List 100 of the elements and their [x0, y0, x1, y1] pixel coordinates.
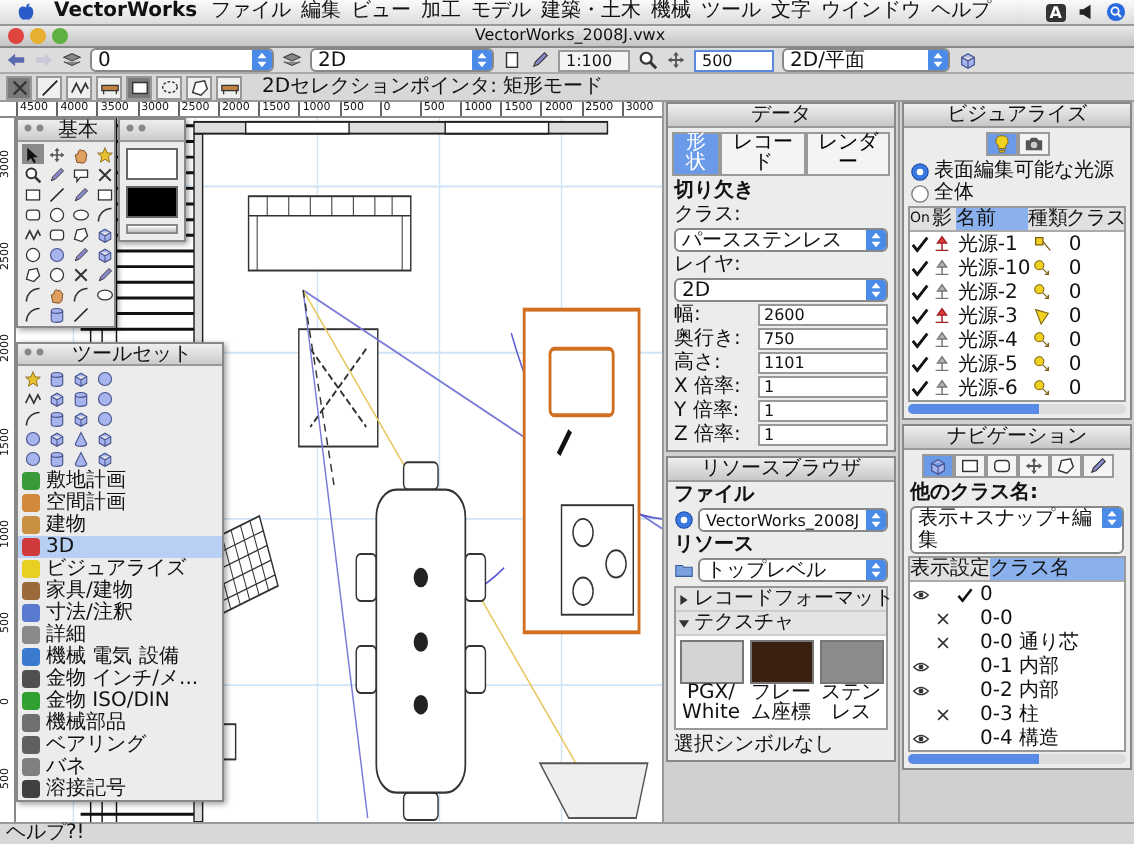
- mode-button[interactable]: [156, 75, 182, 99]
- move-arrows-icon[interactable]: [666, 50, 686, 70]
- tool-button[interactable]: [46, 264, 68, 284]
- light-name[interactable]: 光源-10: [957, 257, 1033, 279]
- class-name[interactable]: 0-0 通り芯: [980, 631, 1080, 653]
- tool-button[interactable]: [46, 184, 68, 204]
- tool-button[interactable]: [46, 428, 68, 448]
- panel-tab[interactable]: レコード: [720, 132, 806, 176]
- column-header[interactable]: 影: [932, 208, 957, 230]
- filter-option[interactable]: 全体: [910, 182, 1124, 204]
- tool-button[interactable]: [94, 224, 116, 244]
- resource-category[interactable]: テクスチャ: [676, 612, 886, 636]
- toolset-item[interactable]: ベアリング: [18, 734, 222, 756]
- column-header[interactable]: クラス名: [990, 558, 1124, 580]
- eye-icon[interactable]: [912, 657, 930, 675]
- tool-button[interactable]: [22, 164, 44, 184]
- panel-tab[interactable]: [1017, 454, 1049, 478]
- folder-dropdown[interactable]: トップレベル: [698, 558, 888, 582]
- check-icon[interactable]: [910, 378, 930, 398]
- tool-button[interactable]: [70, 284, 92, 304]
- tool-button[interactable]: [94, 164, 116, 184]
- class-name[interactable]: 0-3 柱: [980, 703, 1040, 725]
- mode-button[interactable]: [66, 75, 92, 99]
- folder-icon[interactable]: [674, 560, 694, 580]
- check-icon[interactable]: [910, 354, 930, 374]
- toolset-item[interactable]: 寸法/注釈: [18, 602, 222, 624]
- column-header[interactable]: 表示設定: [910, 558, 990, 580]
- search-icon[interactable]: [1106, 2, 1126, 22]
- menu-item[interactable]: 編集: [301, 0, 342, 24]
- input-field[interactable]: 1: [758, 376, 888, 398]
- mode-button[interactable]: [186, 75, 212, 99]
- tool-button[interactable]: [70, 448, 92, 468]
- scale-field[interactable]: 1:100: [558, 49, 630, 71]
- toolset-item[interactable]: 空間計画: [18, 492, 222, 514]
- apple-icon[interactable]: [16, 2, 36, 22]
- column-header[interactable]: 種類: [1028, 208, 1066, 230]
- menu-item[interactable]: ツール: [701, 0, 762, 24]
- mode-button[interactable]: [126, 75, 152, 99]
- x-icon[interactable]: [934, 609, 952, 627]
- tool-button[interactable]: [94, 244, 116, 264]
- zoom-field[interactable]: 500: [694, 49, 774, 71]
- texture-thumbnail[interactable]: [679, 640, 743, 684]
- class-dropdown[interactable]: 0: [90, 48, 274, 72]
- column-header[interactable]: 名前: [956, 208, 1028, 230]
- input-field[interactable]: 1: [758, 400, 888, 422]
- panel-tab[interactable]: [953, 454, 985, 478]
- class-name[interactable]: 0-1 内部: [980, 655, 1060, 677]
- scrollbar[interactable]: [908, 404, 1126, 414]
- panel-tab[interactable]: [985, 454, 1017, 478]
- input-field[interactable]: 750: [758, 328, 888, 350]
- resource-category[interactable]: レコードフォーマット: [676, 588, 886, 612]
- line-preview[interactable]: [126, 224, 178, 234]
- eye-icon[interactable]: [912, 585, 930, 603]
- toolset-item[interactable]: 機械部品: [18, 712, 222, 734]
- filter-option[interactable]: 表面編集可能な光源: [910, 160, 1124, 182]
- pen-swatch[interactable]: [126, 186, 178, 218]
- other-class-dropdown[interactable]: 表示+スナップ+編集: [910, 506, 1124, 554]
- tool-button[interactable]: [22, 244, 44, 264]
- radio-button[interactable]: [674, 510, 694, 530]
- menu-item[interactable]: ファイル: [211, 0, 292, 24]
- light-name[interactable]: 光源-5: [957, 353, 1033, 375]
- input-field[interactable]: 1: [758, 424, 888, 446]
- toolset-item[interactable]: 機械 電気 設備: [18, 646, 222, 668]
- toolset-item[interactable]: 敷地計画: [18, 470, 222, 492]
- column-header[interactable]: クラス: [1066, 208, 1124, 230]
- tool-button[interactable]: [70, 368, 92, 388]
- radio-button[interactable]: [910, 183, 930, 203]
- mode-button[interactable]: [6, 75, 32, 99]
- tool-button[interactable]: [46, 204, 68, 224]
- tool-button[interactable]: [22, 184, 44, 204]
- toolset-item[interactable]: 金物 インチ/メ...: [18, 668, 222, 690]
- tool-button[interactable]: [94, 204, 116, 224]
- check-icon[interactable]: [910, 330, 930, 350]
- class-name[interactable]: 0-4 構造: [980, 727, 1060, 749]
- back-arrow-icon[interactable]: [6, 50, 26, 70]
- panel-tab[interactable]: [1049, 454, 1081, 478]
- light-name[interactable]: 光源-1: [957, 233, 1033, 255]
- speaker-icon[interactable]: [1076, 2, 1096, 22]
- tool-button[interactable]: [22, 304, 44, 324]
- menu-item[interactable]: ビュー: [351, 0, 412, 24]
- tool-button[interactable]: [70, 264, 92, 284]
- panel-tab[interactable]: [921, 454, 953, 478]
- toolset-item[interactable]: バネ: [18, 756, 222, 778]
- toolset-item[interactable]: 家具/建物: [18, 580, 222, 602]
- tool-button[interactable]: [94, 284, 116, 304]
- menu-item[interactable]: ウインドウ: [821, 0, 922, 24]
- light-name[interactable]: 光源-2: [957, 281, 1033, 303]
- fill-swatch[interactable]: [126, 148, 178, 180]
- tool-button[interactable]: [22, 408, 44, 428]
- tool-button[interactable]: [22, 284, 44, 304]
- tool-button[interactable]: [22, 264, 44, 284]
- tool-button[interactable]: [70, 224, 92, 244]
- check-icon[interactable]: [910, 306, 930, 326]
- tool-button[interactable]: [94, 448, 116, 468]
- layer-dropdown[interactable]: 2D: [310, 48, 494, 72]
- tool-button[interactable]: [94, 184, 116, 204]
- toolset-item[interactable]: 建物: [18, 514, 222, 536]
- scrollbar[interactable]: [908, 754, 1126, 764]
- panel-tab[interactable]: [1017, 132, 1049, 156]
- x-icon[interactable]: [934, 705, 952, 723]
